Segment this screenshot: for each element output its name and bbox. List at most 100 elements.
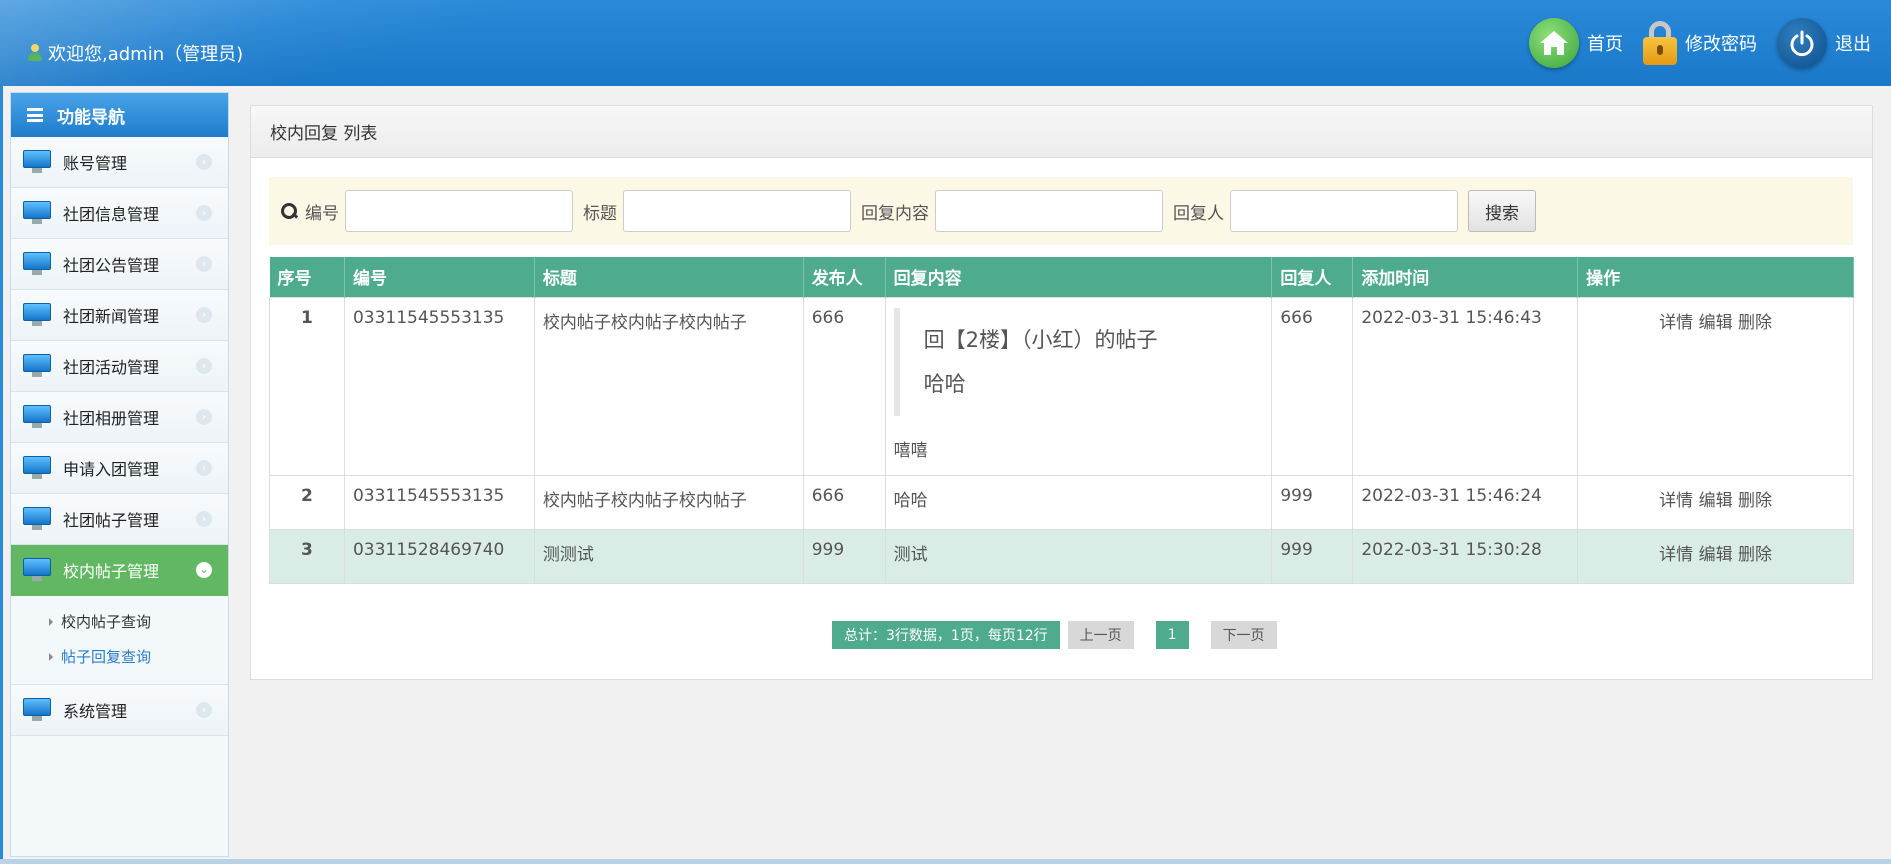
monitor-icon	[23, 150, 51, 174]
sidebar-item-label: 社团新闻管理	[63, 307, 160, 326]
logout-link[interactable]: 退出	[1777, 18, 1871, 68]
cell-actions: 详情 编辑 删除	[1577, 528, 1854, 584]
search-icon	[281, 203, 297, 219]
sidebar-item-campus-posts[interactable]: 校内帖子管理 ⌄	[11, 545, 228, 596]
sidebar-item-club-news[interactable]: 社团新闻管理 ›	[11, 290, 228, 341]
detail-link[interactable]: 详情	[1659, 491, 1693, 511]
sidebar-submenu: 校内帖子查询 帖子回复查询	[11, 596, 228, 685]
cell-time: 2022-03-31 15:46:24	[1352, 474, 1579, 530]
left-edge	[0, 86, 3, 864]
search-input-code[interactable]	[345, 190, 573, 232]
lock-icon	[1643, 21, 1677, 65]
monitor-icon	[23, 354, 51, 378]
home-link-label: 首页	[1587, 34, 1623, 55]
cell-content: 回【2楼】（小红）的帖子 哈哈 嘻嘻	[884, 296, 1273, 476]
search-label-code: 编号	[305, 203, 339, 224]
sidebar-item-join-request[interactable]: 申请入团管理 ›	[11, 443, 228, 494]
column-header: 序号	[269, 257, 345, 297]
monitor-icon	[23, 507, 51, 531]
cell-code: 03311545553135	[343, 296, 535, 476]
detail-link[interactable]: 详情	[1659, 545, 1693, 565]
edit-link[interactable]: 编辑	[1699, 313, 1733, 333]
sidebar-subitem-campus-post-query[interactable]: 校内帖子查询	[11, 604, 228, 639]
delete-link[interactable]: 删除	[1738, 545, 1772, 565]
chevron-right-icon: ›	[196, 307, 212, 323]
logout-label: 退出	[1835, 34, 1871, 55]
pagination-info: 总计：3行数据，1页，每页12行	[832, 621, 1060, 649]
sidebar-item-club-posts[interactable]: 社团帖子管理 ›	[11, 494, 228, 545]
sidebar-item-label: 申请入团管理	[63, 460, 160, 479]
list-icon	[27, 108, 43, 122]
change-password-label: 修改密码	[1685, 34, 1757, 55]
sidebar-title: 功能导航	[57, 107, 125, 128]
home-link[interactable]: 首页	[1529, 18, 1623, 68]
chevron-down-icon: ⌄	[196, 562, 212, 578]
delete-link[interactable]: 删除	[1738, 491, 1772, 511]
reply-table: 序号 编号 标题 发布人 回复内容 回复人 添加时间 操作 1 03311545…	[269, 257, 1854, 584]
chevron-right-icon: ›	[196, 256, 212, 272]
welcome-message: 欢迎您,admin（管理员)	[28, 40, 243, 66]
monitor-icon	[23, 558, 51, 582]
monitor-icon	[23, 252, 51, 276]
column-header: 发布人	[803, 257, 886, 297]
cell-author: 666	[802, 474, 886, 530]
user-icon	[28, 44, 42, 62]
edit-link[interactable]: 编辑	[1699, 491, 1733, 511]
power-icon	[1777, 18, 1827, 68]
prev-page-button[interactable]: 上一页	[1067, 621, 1134, 649]
welcome-text: 欢迎您,admin（管理员)	[48, 44, 244, 65]
cell-replier: 999	[1271, 474, 1354, 530]
quote-heading: 回【2楼】（小红）的帖子	[923, 327, 1158, 352]
sidebar-item-club-notice[interactable]: 社团公告管理 ›	[11, 239, 228, 290]
page-number-current[interactable]: 1	[1155, 621, 1189, 649]
column-header: 操作	[1577, 257, 1854, 297]
search-input-title[interactable]	[623, 190, 851, 232]
monitor-icon	[23, 201, 51, 225]
column-header: 添加时间	[1352, 257, 1579, 297]
search-bar: 编号 标题 回复内容 回复人 搜索	[269, 177, 1853, 245]
sidebar: 功能导航 账号管理 › 社团信息管理 › 社团公告管理 › 社团新闻管理 › 社…	[10, 92, 229, 857]
sidebar-item-club-album[interactable]: 社团相册管理 ›	[11, 392, 228, 443]
sidebar-item-label: 社团活动管理	[63, 358, 160, 377]
reply-text: 嘻嘻	[893, 440, 928, 461]
chevron-right-icon: ›	[196, 460, 212, 476]
subitem-label: 校内帖子查询	[61, 613, 152, 631]
header-links: 首页 修改密码 退出	[1529, 18, 1871, 68]
cell-code: 03311528469740	[343, 528, 535, 584]
search-input-content[interactable]	[935, 190, 1163, 232]
pagination: 总计：3行数据，1页，每页12行 上一页 1 下一页	[832, 621, 1277, 649]
column-header: 回复人	[1271, 257, 1354, 297]
subitem-label: 帖子回复查询	[61, 648, 152, 666]
cell-replier: 999	[1271, 528, 1354, 584]
monitor-icon	[23, 303, 51, 327]
sidebar-item-system[interactable]: 系统管理 ›	[11, 685, 228, 736]
sidebar-item-label: 账号管理	[63, 154, 128, 173]
next-page-button[interactable]: 下一页	[1210, 621, 1277, 649]
sidebar-item-label: 系统管理	[63, 702, 128, 721]
monitor-icon	[23, 698, 51, 722]
sidebar-item-club-activity[interactable]: 社团活动管理 ›	[11, 341, 228, 392]
quote-text: 哈哈	[923, 371, 966, 396]
column-header: 标题	[534, 257, 804, 297]
chevron-right-icon: ›	[196, 205, 212, 221]
chevron-right-icon: ›	[196, 409, 212, 425]
sidebar-item-account[interactable]: 账号管理 ›	[11, 137, 228, 188]
search-input-replier[interactable]	[1230, 190, 1458, 232]
chevron-right-icon: ›	[196, 702, 212, 718]
cell-title: 校内帖子校内帖子校内帖子	[533, 474, 804, 530]
cell-time: 2022-03-31 15:46:43	[1352, 296, 1579, 476]
top-header: 欢迎您,admin（管理员) 首页 修改密码 退出	[0, 0, 1891, 86]
edit-link[interactable]: 编辑	[1699, 545, 1733, 565]
cell-title: 校内帖子校内帖子校内帖子	[533, 296, 804, 476]
detail-link[interactable]: 详情	[1659, 313, 1693, 333]
sidebar-item-club-info[interactable]: 社团信息管理 ›	[11, 188, 228, 239]
cell-index: 1	[269, 296, 345, 476]
cell-replier: 666	[1271, 296, 1354, 476]
sidebar-subitem-reply-query[interactable]: 帖子回复查询	[11, 639, 228, 674]
change-password-link[interactable]: 修改密码	[1643, 21, 1757, 65]
delete-link[interactable]: 删除	[1738, 313, 1772, 333]
search-button[interactable]: 搜索	[1468, 190, 1536, 232]
monitor-icon	[23, 456, 51, 480]
chevron-right-icon: ›	[196, 154, 212, 170]
cell-content: 哈哈	[884, 474, 1273, 530]
